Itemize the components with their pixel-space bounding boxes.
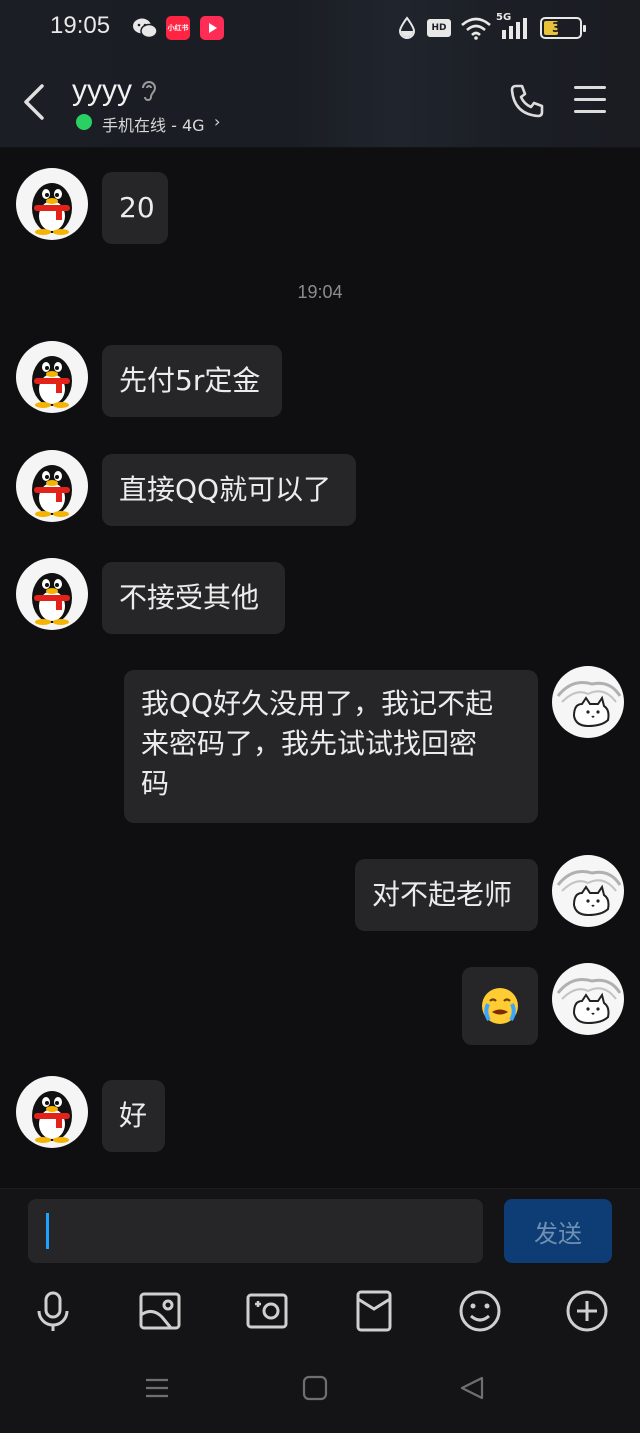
wifi-icon bbox=[461, 17, 491, 40]
battery-icon: 39 bbox=[540, 17, 586, 39]
qq-penguin-icon bbox=[32, 465, 72, 517]
phone-call-icon[interactable] bbox=[508, 82, 546, 120]
contact-avatar[interactable] bbox=[16, 168, 88, 240]
status-time: 19:05 bbox=[50, 12, 111, 39]
menu-icon[interactable] bbox=[574, 86, 606, 116]
qq-penguin-icon bbox=[32, 1091, 72, 1143]
home-nav-icon[interactable] bbox=[301, 1374, 329, 1402]
message-input[interactable] bbox=[28, 1199, 483, 1263]
cat-sketch-icon bbox=[556, 978, 622, 1025]
chevron-right-icon: › bbox=[214, 112, 221, 131]
emoji-icon[interactable] bbox=[458, 1289, 502, 1333]
chat-timestamp: 19:04 bbox=[297, 282, 343, 302]
video-app-icon bbox=[200, 16, 224, 40]
earpiece-mode-icon bbox=[142, 81, 157, 101]
image-icon[interactable] bbox=[138, 1289, 182, 1333]
contact-name[interactable]: yyyy bbox=[72, 74, 132, 108]
my-avatar[interactable] bbox=[552, 963, 624, 1035]
qq-penguin-icon bbox=[32, 573, 72, 625]
xiaohongshu-icon: 小红书 bbox=[166, 16, 190, 40]
contact-avatar[interactable] bbox=[16, 558, 88, 630]
online-status[interactable]: 手机在线 - 4G bbox=[102, 112, 205, 136]
contact-avatar[interactable] bbox=[16, 450, 88, 522]
contact-avatar[interactable] bbox=[16, 1076, 88, 1148]
crying-emoji-icon bbox=[482, 988, 518, 1024]
back-arrow-icon[interactable] bbox=[20, 82, 50, 122]
message-line: 来密码了，我先试试找回密 bbox=[141, 727, 478, 760]
message-line: 码 bbox=[141, 767, 170, 800]
message-bubble[interactable]: 20 bbox=[102, 172, 168, 244]
data-saver-icon bbox=[398, 16, 416, 39]
red-packet-icon[interactable] bbox=[352, 1289, 396, 1333]
qq-penguin-icon bbox=[32, 183, 72, 235]
message-line: 我QQ好久没用了，我记不起 bbox=[141, 687, 494, 720]
my-avatar[interactable] bbox=[552, 666, 624, 738]
message-bubble[interactable] bbox=[462, 967, 538, 1045]
back-nav-icon[interactable] bbox=[458, 1374, 486, 1402]
text-caret bbox=[46, 1213, 49, 1249]
status-bar: 19:05 小红书 HD 5G 39 bbox=[0, 0, 640, 58]
wechat-icon bbox=[133, 18, 158, 39]
menu-nav-icon[interactable] bbox=[143, 1374, 171, 1402]
chat-header: 19:05 小红书 HD 5G 39 yyyy 手机在线 - 4G › bbox=[0, 0, 640, 148]
message-bubble[interactable]: 先付5r定金 bbox=[102, 345, 282, 417]
camera-icon[interactable] bbox=[245, 1289, 289, 1333]
plus-icon[interactable] bbox=[565, 1289, 609, 1333]
message-bubble[interactable]: 好 bbox=[102, 1080, 165, 1152]
message-bubble[interactable]: 直接QQ就可以了 bbox=[102, 454, 356, 526]
mic-icon[interactable] bbox=[31, 1289, 75, 1333]
online-status-dot bbox=[76, 114, 92, 130]
message-bubble[interactable]: 对不起老师 bbox=[355, 859, 538, 931]
qq-penguin-icon bbox=[32, 356, 72, 408]
message-bubble[interactable]: 我QQ好久没用了，我记不起 来密码了，我先试试找回密 码 bbox=[124, 670, 538, 823]
my-avatar[interactable] bbox=[552, 855, 624, 927]
cat-sketch-icon bbox=[556, 870, 622, 917]
cat-sketch-icon bbox=[556, 681, 622, 728]
signal-icon bbox=[502, 18, 527, 39]
hd-icon: HD bbox=[427, 19, 451, 37]
send-button[interactable]: 发送 bbox=[504, 1199, 612, 1263]
message-bubble[interactable]: 不接受其他 bbox=[102, 562, 285, 634]
contact-avatar[interactable] bbox=[16, 341, 88, 413]
battery-level: 39 bbox=[551, 20, 571, 36]
